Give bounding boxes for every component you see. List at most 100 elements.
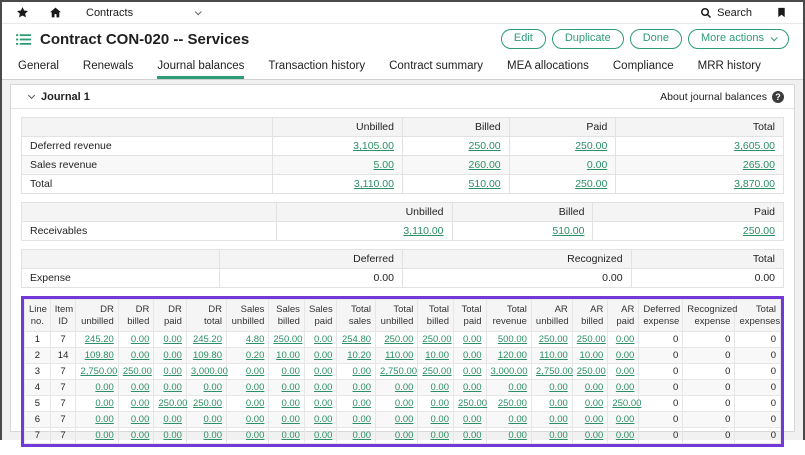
tab-compliance[interactable]: Compliance (613, 54, 674, 79)
amount-link[interactable]: 0.00 (163, 414, 182, 425)
amount-link[interactable]: 0.00 (163, 334, 182, 345)
amount-link[interactable]: 0.00 (549, 398, 568, 409)
amount-link[interactable]: 3,000.00 (191, 366, 228, 377)
amount-link[interactable]: 250.00 (539, 334, 568, 345)
amount-link[interactable]: 0.00 (246, 382, 265, 393)
amount-link[interactable]: 0.00 (95, 430, 114, 441)
amount-link[interactable]: 0.00 (395, 398, 414, 409)
app-menu-contracts[interactable]: Contracts (86, 7, 200, 19)
amount-link[interactable]: 0.00 (163, 366, 182, 377)
amount-link[interactable]: 0.00 (430, 398, 449, 409)
amount-link[interactable]: 250.00 (575, 140, 607, 152)
amount-link[interactable]: 0.00 (353, 382, 372, 393)
amount-link[interactable]: 250.00 (422, 334, 451, 345)
amount-link[interactable]: 0.00 (463, 334, 482, 345)
amount-link[interactable]: 0.00 (463, 350, 482, 361)
amount-link[interactable]: 250.00 (577, 366, 606, 377)
amount-link[interactable]: 250.00 (458, 398, 487, 409)
amount-link[interactable]: 0.00 (353, 366, 372, 377)
amount-link[interactable]: 0.00 (353, 414, 372, 425)
amount-link[interactable]: 0.00 (463, 382, 482, 393)
tab-contract-summary[interactable]: Contract summary (389, 54, 483, 79)
amount-link[interactable]: 0.00 (616, 334, 635, 345)
amount-link[interactable]: 3,105.00 (353, 140, 394, 152)
done-button[interactable]: Done (630, 29, 682, 49)
amount-link[interactable]: 0.00 (131, 430, 150, 441)
amount-link[interactable]: 0.00 (353, 398, 372, 409)
amount-link[interactable]: 0.00 (463, 414, 482, 425)
amount-link[interactable]: 0.00 (587, 159, 607, 171)
amount-link[interactable]: 0.00 (395, 382, 414, 393)
amount-link[interactable]: 109.80 (85, 350, 114, 361)
journal-collapse-toggle[interactable]: Journal 1 (21, 91, 90, 103)
amount-link[interactable]: 3,110.00 (354, 178, 394, 190)
tab-journal-balances[interactable]: Journal balances (157, 54, 244, 79)
amount-link[interactable]: 0.00 (95, 398, 114, 409)
amount-link[interactable]: 2,750.00 (536, 366, 573, 377)
bookmark-icon[interactable] (776, 6, 789, 19)
amount-link[interactable]: 0.00 (95, 382, 114, 393)
amount-link[interactable]: 250.00 (577, 334, 606, 345)
amount-link[interactable]: 0.00 (246, 398, 265, 409)
duplicate-button[interactable]: Duplicate (552, 29, 624, 49)
amount-link[interactable]: 0.00 (508, 382, 527, 393)
amount-link[interactable]: 250.00 (158, 398, 187, 409)
amount-link[interactable]: 4.80 (246, 334, 265, 345)
tab-renewals[interactable]: Renewals (83, 54, 134, 79)
amount-link[interactable]: 245.20 (85, 334, 114, 345)
amount-link[interactable]: 0.00 (585, 430, 604, 441)
amount-link[interactable]: 250.00 (498, 398, 527, 409)
amount-link[interactable]: 0.00 (508, 430, 527, 441)
amount-link[interactable]: 0.00 (204, 430, 223, 441)
amount-link[interactable]: 0.00 (281, 382, 300, 393)
star-icon[interactable] (16, 6, 29, 19)
amount-link[interactable]: 0.00 (281, 398, 300, 409)
amount-link[interactable]: 0.00 (616, 382, 635, 393)
amount-link[interactable]: 0.00 (131, 414, 150, 425)
amount-link[interactable]: 0.00 (430, 382, 449, 393)
amount-link[interactable]: 0.00 (314, 334, 333, 345)
amount-link[interactable]: 10.00 (425, 350, 449, 361)
amount-link[interactable]: 0.00 (314, 430, 333, 441)
amount-link[interactable]: 0.00 (353, 430, 372, 441)
amount-link[interactable]: 0.00 (585, 414, 604, 425)
amount-link[interactable]: 0.00 (131, 334, 150, 345)
amount-link[interactable]: 5.00 (374, 159, 394, 171)
amount-link[interactable]: 0.20 (246, 350, 265, 361)
amount-link[interactable]: 0.00 (616, 414, 635, 425)
amount-link[interactable]: 0.00 (463, 430, 482, 441)
amount-link[interactable]: 0.00 (395, 430, 414, 441)
amount-link[interactable]: 0.00 (549, 414, 568, 425)
amount-link[interactable]: 3,000.00 (491, 366, 528, 377)
amount-link[interactable]: 0.00 (163, 382, 182, 393)
amount-link[interactable]: 0.00 (163, 430, 182, 441)
amount-link[interactable]: 0.00 (131, 382, 150, 393)
amount-link[interactable]: 0.00 (585, 382, 604, 393)
amount-link[interactable]: 265.00 (743, 159, 775, 171)
amount-link[interactable]: 0.00 (314, 350, 333, 361)
amount-link[interactable]: 0.00 (314, 414, 333, 425)
amount-link[interactable]: 250.00 (469, 140, 501, 152)
more-actions-button[interactable]: More actions (688, 29, 789, 49)
amount-link[interactable]: 0.00 (281, 366, 300, 377)
amount-link[interactable]: 250.00 (612, 398, 641, 409)
edit-button[interactable]: Edit (501, 29, 546, 49)
amount-link[interactable]: 250.00 (123, 366, 152, 377)
amount-link[interactable]: 0.00 (163, 350, 182, 361)
amount-link[interactable]: 0.00 (314, 398, 333, 409)
amount-link[interactable]: 0.00 (281, 430, 300, 441)
amount-link[interactable]: 0.00 (585, 398, 604, 409)
amount-link[interactable]: 10.00 (276, 350, 300, 361)
amount-link[interactable]: 0.00 (204, 414, 223, 425)
search-button[interactable]: Search (700, 7, 752, 19)
amount-link[interactable]: 0.00 (131, 350, 150, 361)
amount-link[interactable]: 0.00 (95, 414, 114, 425)
amount-link[interactable]: 0.00 (131, 398, 150, 409)
tab-transaction-history[interactable]: Transaction history (268, 54, 365, 79)
amount-link[interactable]: 0.00 (616, 366, 635, 377)
amount-link[interactable]: 0.00 (508, 414, 527, 425)
amount-link[interactable]: 0.00 (246, 414, 265, 425)
amount-link[interactable]: 510.00 (469, 178, 501, 190)
amount-link[interactable]: 3,605.00 (734, 140, 775, 152)
amount-link[interactable]: 0.00 (204, 382, 223, 393)
